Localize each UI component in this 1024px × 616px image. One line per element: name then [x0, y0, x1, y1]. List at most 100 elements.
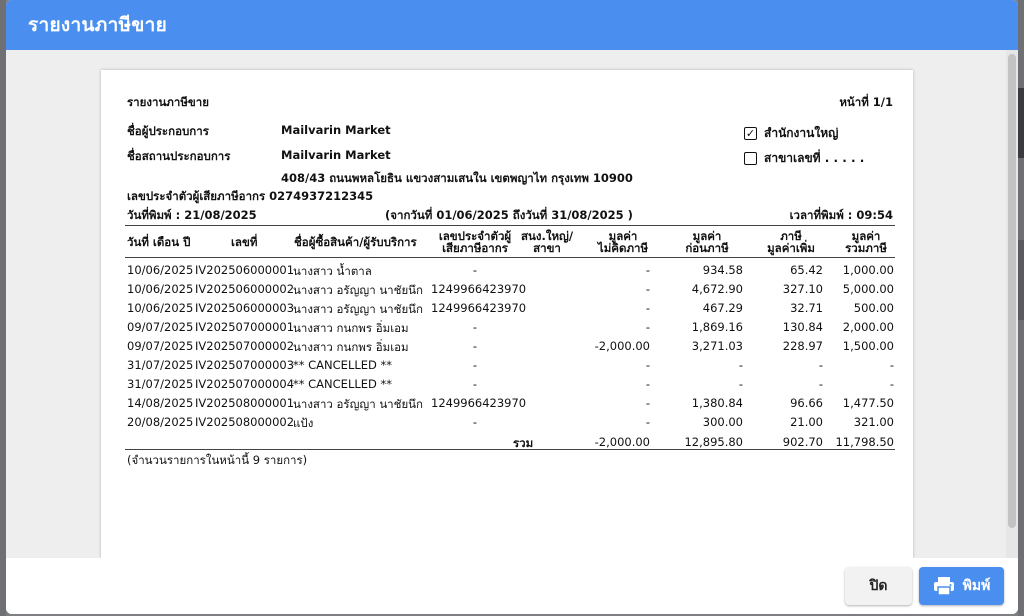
col-total: มูลค่า รวมภาษี	[831, 230, 901, 254]
sales-tax-report-modal: รายงานภาษีขาย รายงานภาษีขาย หน้าที่ 1/1 …	[6, 0, 1018, 614]
col-vat-line2: มูลค่าเพิ่ม	[767, 241, 815, 255]
cell-no: IV202508000001	[195, 396, 295, 410]
branch-label: สาขาเลขที่ . . . . .	[764, 151, 865, 165]
col-taxid: เลขประจำตัวผู้ เสียภาษีอากร	[429, 230, 521, 254]
modal-header: รายงานภาษีขาย	[6, 0, 1018, 50]
cell-date: 31/07/2025	[127, 377, 194, 391]
cell-buyer: ** CANCELLED **	[293, 377, 393, 391]
cell-taxid: -	[472, 377, 478, 391]
cell-buyer: แป้ง	[293, 416, 314, 430]
cell-total: 1,500.00	[842, 339, 894, 353]
table-row: 10/06/2025 IV202506000002 นางสาว อรัญญา นา…	[101, 282, 913, 299]
cell-pre: 3,271.03	[691, 339, 743, 353]
divider	[125, 449, 895, 450]
cell-no: IV202507000004	[195, 377, 295, 391]
cell-date: 10/06/2025	[127, 263, 194, 277]
cell-date: 09/07/2025	[127, 339, 194, 353]
cell-no: IV202506000001	[195, 263, 295, 277]
cell-pre: 1,380.84	[691, 396, 743, 410]
place-value: Mailvarin Market	[281, 148, 391, 162]
print-button-label: พิมพ์	[962, 578, 991, 594]
cell-vat: -	[818, 377, 823, 391]
col-nonvat-line2: ไม่คิดภาษี	[597, 241, 649, 255]
table-row: 31/07/2025 IV202507000004 ** CANCELLED ** -…	[101, 377, 913, 394]
close-button[interactable]: ปิด	[845, 567, 912, 605]
cell-nonvat: -2,000.00	[594, 339, 650, 353]
modal-body[interactable]: รายงานภาษีขาย หน้าที่ 1/1 ชื่อผู้ประกอบก…	[6, 50, 1018, 558]
taxpayer-id: เลขประจำตัวผู้เสียภาษีอากร 0274937212345	[127, 189, 374, 203]
cell-date: 10/06/2025	[127, 301, 194, 315]
cell-total: 5,000.00	[842, 282, 894, 296]
col-pre: มูลค่า ก่อนภาษี	[672, 230, 742, 254]
col-nonvat: มูลค่า ไม่คิดภาษี	[577, 230, 669, 254]
table-row: 09/07/2025 IV202507000001 นางสาว กนกพร อิ่…	[101, 320, 913, 337]
cell-no: IV202507000003	[195, 358, 295, 372]
total-total: 11,798.50	[835, 435, 894, 449]
cell-total: 2,000.00	[842, 320, 894, 334]
cell-pre: -	[738, 358, 743, 372]
table-row: 10/06/2025 IV202506000003 นางสาว อรัญญา นา…	[101, 301, 913, 318]
cell-no: IV202508000002	[195, 415, 295, 429]
background-app-right	[1018, 0, 1024, 616]
cell-taxid: -	[472, 320, 478, 334]
col-pre-line2: ก่อนภาษี	[685, 241, 729, 255]
scrollbar-thumb[interactable]	[1008, 54, 1016, 528]
address: 408/43 ถนนพหลโยธิน แขวงสามเสนใน เขตพญาไท…	[281, 171, 633, 185]
cell-taxid: 1249966423970	[431, 301, 527, 315]
cell-nonvat: -	[645, 415, 650, 429]
cell-date: 10/06/2025	[127, 282, 194, 296]
cell-nonvat: -	[645, 358, 650, 372]
cell-vat: -	[818, 358, 823, 372]
table-row: 14/08/2025 IV202508000001 นางสาว อรัญญา นา…	[101, 396, 913, 413]
vertical-scrollbar[interactable]	[1006, 50, 1018, 558]
cell-total: 500.00	[853, 301, 894, 315]
table-row: 31/07/2025 IV202507000003 ** CANCELLED ** -…	[101, 358, 913, 375]
col-no: เลขที่	[231, 235, 258, 249]
cell-nonvat: -	[645, 263, 650, 277]
col-date: วันที่ เดือน ปี	[127, 235, 191, 249]
cell-buyer: นางสาว กนกพร อิ่มเอม	[293, 340, 409, 354]
col-branch: สนง.ใหญ่/ สาขา	[516, 230, 578, 254]
cell-no: IV202507000001	[195, 320, 295, 334]
total-nonvat: -2,000.00	[594, 435, 650, 449]
cell-pre: 467.29	[702, 301, 743, 315]
print-button[interactable]: พิมพ์	[919, 567, 1004, 605]
divider	[125, 257, 895, 258]
hq-label: สำนักงานใหญ่	[764, 126, 839, 140]
cell-buyer: ** CANCELLED **	[293, 358, 393, 372]
col-taxid-line2: เสียภาษีอากร	[442, 241, 508, 255]
cell-taxid: -	[472, 358, 478, 372]
place-label: ชื่อสถานประกอบการ	[127, 149, 231, 163]
cell-total: 321.00	[853, 415, 894, 429]
total-pre: 12,895.80	[684, 435, 743, 449]
close-button-label: ปิด	[869, 578, 888, 594]
cell-nonvat: -	[645, 282, 650, 296]
table-row: 10/06/2025 IV202506000001 นางสาว น้ำตาล - - 9…	[101, 263, 913, 280]
count-note: (จำนวนรายการในหน้านี้ 9 รายการ)	[127, 453, 308, 467]
cell-date: 20/08/2025	[127, 415, 194, 429]
cell-nonvat: -	[645, 396, 650, 410]
report-period: (จากวันที่ 01/06/2025 ถึงวันที่ 31/08/20…	[385, 208, 633, 222]
modal-title: รายงานภาษีขาย	[28, 14, 168, 36]
cell-date: 09/07/2025	[127, 320, 194, 334]
cell-taxid: -	[472, 263, 478, 277]
cell-no: IV202506000002	[195, 282, 295, 296]
operator-value: Mailvarin Market	[281, 123, 391, 137]
cell-total: 1,477.50	[842, 396, 894, 410]
report-preview: รายงานภาษีขาย หน้าที่ 1/1 ชื่อผู้ประกอบก…	[101, 70, 913, 558]
cell-buyer: นางสาว อรัญญา นาชัยนึก	[293, 302, 424, 316]
cell-vat: 32.71	[790, 301, 823, 315]
cell-vat: 327.10	[782, 282, 823, 296]
cell-pre: 300.00	[702, 415, 743, 429]
page-number: หน้าที่ 1/1	[839, 95, 893, 109]
cell-vat: 21.00	[790, 415, 823, 429]
cell-nonvat: -	[645, 320, 650, 334]
printer-icon	[933, 577, 954, 596]
col-total-line2: รวมภาษี	[845, 241, 887, 255]
cell-vat: 228.97	[782, 339, 823, 353]
cell-taxid: -	[472, 415, 478, 429]
background-element	[1018, 88, 1024, 158]
cell-no: IV202506000003	[195, 301, 295, 315]
col-branch-line2: สาขา	[533, 241, 561, 255]
divider	[125, 225, 895, 226]
